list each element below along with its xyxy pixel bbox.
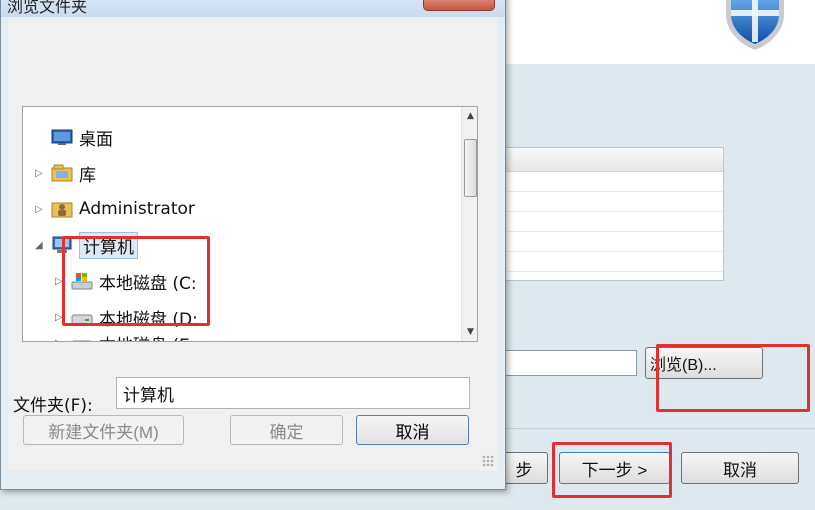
tree-item-label: 计算机 — [79, 231, 138, 259]
folder-label: 文件夹(F): — [13, 396, 93, 416]
tree-item-drive-c[interactable]: ▷ 本地磁盘 (C: — [55, 267, 197, 295]
new-folder-button[interactable]: 新建文件夹(M) — [23, 415, 184, 445]
close-button[interactable] — [423, 0, 495, 11]
next-step-button[interactable]: 下一步 > — [559, 452, 670, 484]
list-item[interactable] — [501, 192, 723, 212]
shield-logo-icon — [726, 0, 784, 50]
scroll-up-icon[interactable]: ▲ — [462, 107, 477, 124]
desktop-icon — [51, 129, 73, 145]
resize-grip[interactable] — [482, 455, 494, 467]
tree-expander[interactable]: ▷ — [55, 312, 67, 323]
browse-button[interactable]: 浏览(B)... — [645, 347, 763, 379]
computer-icon — [52, 236, 72, 253]
dialog-title: 浏览文件夹 — [7, 0, 88, 16]
wizard-cancel-button[interactable]: 取消 — [681, 452, 799, 484]
tree-expander[interactable]: ▷ — [55, 276, 67, 287]
drive-icon — [72, 340, 92, 341]
tree-item-label: 本地磁盘 (C: — [99, 273, 197, 294]
tree-expander[interactable]: ◢ — [35, 240, 47, 251]
list-item[interactable] — [501, 232, 723, 252]
tree-item-label: 桌面 — [79, 129, 113, 150]
list-item[interactable] — [501, 172, 723, 192]
scroll-down-icon[interactable]: ▼ — [462, 323, 477, 340]
drive-icon — [71, 314, 93, 325]
tree-expander[interactable]: ▷ — [55, 338, 67, 342]
wizard-file-list[interactable] — [500, 147, 724, 281]
list-item[interactable] — [501, 212, 723, 232]
tree-item-administrator[interactable]: ▷ Administrator — [35, 195, 195, 223]
tree-scrollbar[interactable]: ▲ ▼ — [461, 107, 477, 341]
list-header — [501, 148, 723, 172]
tree-item-computer[interactable]: ◢ 计算机 — [35, 231, 138, 259]
tree-expander[interactable]: ▷ — [35, 204, 47, 215]
install-path-input[interactable] — [500, 350, 637, 376]
prev-step-button[interactable]: 步 — [500, 452, 548, 484]
cancel-button[interactable]: 取消 — [356, 415, 469, 445]
scroll-thumb[interactable] — [464, 139, 477, 197]
tree-item-drive-d[interactable]: ▷ 本地磁盘 (D: — [55, 303, 198, 331]
libraries-icon — [51, 164, 73, 182]
list-item[interactable] — [501, 252, 723, 272]
tree-item-label: 库 — [79, 165, 96, 186]
user-folder-icon — [51, 202, 73, 218]
folder-tree[interactable]: 桌面 ▷ 库 ▷ Administrator ◢ 计算机 ▷ 本地磁盘 (C: … — [22, 106, 478, 342]
tree-item-label: 本地磁盘 (E: — [99, 331, 196, 342]
dialog-title-bar[interactable]: 浏览文件夹 — [1, 0, 505, 17]
tree-item-desktop[interactable]: 桌面 — [35, 123, 113, 151]
ok-button[interactable]: 确定 — [230, 415, 343, 445]
folder-path-input[interactable] — [116, 377, 470, 409]
tree-item-libraries[interactable]: ▷ 库 — [35, 159, 96, 187]
system-drive-icon — [71, 273, 93, 290]
browse-folder-dialog: 浏览文件夹 桌面 ▷ 库 ▷ Administrator ◢ 计算机 ▷ 本地磁… — [0, 0, 506, 490]
dialog-client: 桌面 ▷ 库 ▷ Administrator ◢ 计算机 ▷ 本地磁盘 (C: … — [8, 17, 498, 471]
tree-item-label: 本地磁盘 (D: — [99, 309, 198, 330]
tree-item-drive-e[interactable]: ▷ 本地磁盘 (E: — [55, 329, 196, 342]
tree-item-label: Administrator — [79, 199, 195, 219]
tree-expander[interactable]: ▷ — [35, 168, 47, 179]
